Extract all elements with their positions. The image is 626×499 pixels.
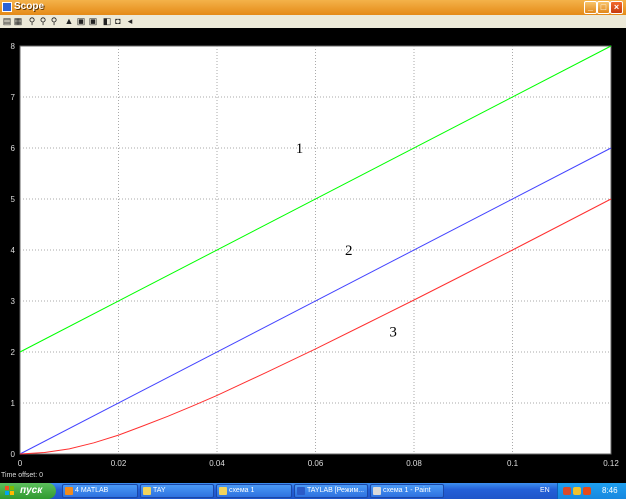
x-tick-label: 0.12 <box>603 459 619 468</box>
start-button[interactable]: пуск <box>0 483 56 499</box>
signal-selection-icon[interactable]: ◂ <box>125 16 135 26</box>
scope-toolbar: ▤ ▦ ⚲ ⚲ ⚲ ▲ ▣ ▣ ◧ ◘ ◂ <box>0 15 626 29</box>
restore-axes-icon[interactable]: ▣ <box>88 16 98 26</box>
y-tick-label: 1 <box>11 399 16 408</box>
scope-app-icon <box>2 2 12 12</box>
zoom-icon[interactable]: ⚲ <box>27 16 37 26</box>
window-title: Scope <box>14 1 45 12</box>
lock-icon[interactable]: ◘ <box>113 16 123 26</box>
scope-chart: 0 0.02 0.04 0.06 0.08 0.1 0.12 0 1 2 3 4 5 6 7 8 1 2 3 <box>11 42 620 468</box>
y-tick-label: 7 <box>11 93 16 102</box>
y-tick-label: 6 <box>11 144 16 153</box>
autoscale-icon[interactable]: ▲ <box>64 16 74 26</box>
time-offset-label: Time offset: 0 <box>1 472 44 479</box>
save-axes-icon[interactable]: ▣ <box>76 16 86 26</box>
minimize-button[interactable]: _ <box>584 1 597 14</box>
task-tay-folder[interactable]: TAY <box>140 484 214 498</box>
y-tick-label: 2 <box>11 348 16 357</box>
volume-icon[interactable] <box>583 487 591 495</box>
maximize-button[interactable]: □ <box>597 1 610 14</box>
zoom-y-icon[interactable]: ⚲ <box>49 16 59 26</box>
task-schema[interactable]: схема 1 <box>216 484 292 498</box>
curve-label-2: 2 <box>345 243 353 259</box>
task-label: 4 MATLAB <box>75 487 109 494</box>
task-label: TAY <box>153 487 166 494</box>
task-matlab[interactable]: 4 MATLAB <box>62 484 138 498</box>
y-tick-label: 3 <box>11 297 16 306</box>
windows-taskbar: пуск 4 MATLAB TAY схема 1 TAYLAB [Режим.… <box>0 483 626 499</box>
clock: 8:46 <box>602 486 618 495</box>
language-indicator[interactable]: EN <box>540 483 550 499</box>
print-icon[interactable]: ▤ <box>2 16 12 26</box>
y-tick-label: 8 <box>11 42 16 51</box>
parameters-icon[interactable]: ▦ <box>13 16 23 26</box>
start-label: пуск <box>20 485 43 496</box>
windows-logo-icon <box>5 486 15 496</box>
y-tick-label: 5 <box>11 195 16 204</box>
antivirus-icon[interactable] <box>563 487 571 495</box>
x-tick-label: 0.06 <box>308 459 324 468</box>
folder-icon <box>143 487 151 495</box>
matlab-icon <box>65 487 73 495</box>
network-icon[interactable] <box>573 487 581 495</box>
curve-label-3: 3 <box>389 325 397 341</box>
task-paint[interactable]: схема 1 - Paint <box>370 484 444 498</box>
scope-plot[interactable]: 0 0.02 0.04 0.06 0.08 0.1 0.12 0 1 2 3 4 5 6 7 8 1 2 3 <box>0 28 626 473</box>
curve-label-1: 1 <box>296 141 304 157</box>
x-tick-label: 0.08 <box>406 459 422 468</box>
x-tick-label: 0.1 <box>507 459 519 468</box>
task-label: TAYLAB [Режим... <box>307 487 365 494</box>
zoom-x-icon[interactable]: ⚲ <box>38 16 48 26</box>
close-button[interactable]: × <box>610 1 623 14</box>
task-taylab-word[interactable]: TAYLAB [Режим... <box>294 484 368 498</box>
paint-icon <box>373 487 381 495</box>
word-document-icon <box>297 487 305 495</box>
x-tick-label: 0.04 <box>209 459 225 468</box>
system-tray: 8:46 <box>557 483 626 499</box>
y-tick-label: 0 <box>11 450 16 459</box>
task-label: схема 1 - Paint <box>383 487 431 494</box>
x-tick-label: 0.02 <box>111 459 127 468</box>
task-label: схема 1 <box>229 487 255 494</box>
folder-icon <box>219 487 227 495</box>
window-titlebar[interactable]: Scope _ □ × <box>0 0 626 16</box>
x-tick-label: 0 <box>18 459 23 468</box>
y-tick-label: 4 <box>11 246 16 255</box>
floating-scope-icon[interactable]: ◧ <box>102 16 112 26</box>
